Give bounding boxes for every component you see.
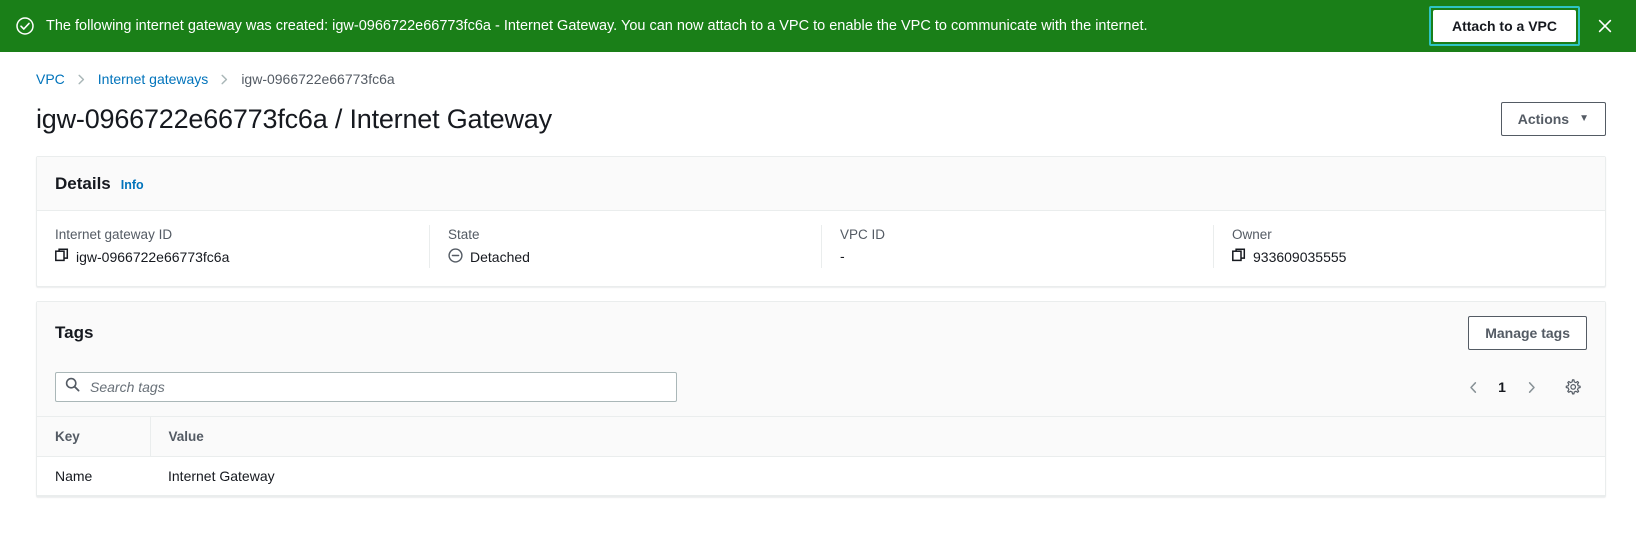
detail-value: 933609035555	[1253, 248, 1347, 265]
page-title: igw-0966722e66773fc6a / Internet Gateway	[36, 103, 552, 134]
pagination-page-1[interactable]: 1	[1491, 373, 1513, 401]
vpc-internet-gateway-detail-page: The following internet gateway was creat…	[0, 0, 1636, 536]
detail-internet-gateway-id: Internet gateway ID igw-0966722e66773fc6…	[37, 225, 429, 268]
details-info-link[interactable]: Info	[121, 178, 144, 192]
detail-value-row: igw-0966722e66773fc6a	[55, 248, 411, 265]
attach-to-vpc-button-focus-ring: Attach to a VPC	[1428, 6, 1580, 46]
detail-label: VPC ID	[840, 227, 886, 242]
tags-table-header-row: Key Value	[37, 417, 1605, 457]
search-tags-box	[55, 372, 677, 402]
detail-owner: Owner 933609035555	[1213, 225, 1605, 268]
details-grid: Internet gateway ID igw-0966722e66773fc6…	[37, 211, 1605, 286]
detail-value: -	[840, 248, 845, 264]
chevron-down-icon: ▼	[1579, 113, 1589, 124]
tags-panel: Tags Manage tags Search tags 1 Key Value…	[36, 301, 1606, 497]
detail-value-row: -	[840, 248, 1195, 264]
breadcrumb-item-vpc[interactable]: VPC	[36, 71, 65, 87]
close-icon[interactable]	[1590, 11, 1620, 41]
detail-label: Owner	[1232, 227, 1272, 242]
tags-title: Tags	[55, 323, 94, 342]
details-panel-header: Details Info	[37, 157, 1605, 211]
detail-value: Detached	[470, 249, 530, 265]
manage-tags-button[interactable]: Manage tags	[1468, 316, 1587, 350]
gear-icon[interactable]	[1557, 373, 1587, 401]
details-panel: Details Info Internet gateway ID igw-096…	[36, 156, 1606, 287]
breadcrumb-item-internet-gateways[interactable]: Internet gateways	[98, 71, 209, 87]
search-tags-input[interactable]	[55, 372, 677, 402]
tag-key-cell: Name	[37, 456, 150, 496]
tags-pagination-controls: 1	[1459, 373, 1587, 401]
page-header: igw-0966722e66773fc6a / Internet Gateway…	[0, 86, 1636, 142]
tags-panel-header: Tags Manage tags	[37, 302, 1605, 364]
tags-table: Key Value Name Internet Gateway	[37, 417, 1605, 496]
chevron-right-icon	[76, 74, 87, 85]
success-flash-banner: The following internet gateway was creat…	[0, 0, 1636, 52]
actions-button[interactable]: Actions ▼	[1500, 102, 1606, 136]
tags-table-body: Name Internet Gateway	[37, 456, 1605, 496]
chevron-right-icon[interactable]	[1517, 373, 1545, 401]
detail-value-row: 933609035555	[1232, 248, 1587, 265]
detail-vpc-id: VPC ID -	[821, 225, 1213, 268]
tags-title-group: Tags	[55, 323, 93, 343]
circle-minus-icon	[448, 248, 463, 266]
actions-button-label: Actions	[1517, 111, 1570, 127]
breadcrumb-item-current: igw-0966722e66773fc6a	[241, 71, 395, 87]
chevron-left-icon[interactable]	[1459, 373, 1487, 401]
page-content: VPC Internet gateways igw-0966722e66773f…	[0, 52, 1636, 497]
column-header-value: Value	[150, 417, 1605, 457]
detail-label: State	[448, 227, 480, 242]
tag-value-cell: Internet Gateway	[150, 456, 1605, 496]
details-title: Details	[55, 173, 111, 193]
detail-value: igw-0966722e66773fc6a	[76, 248, 230, 265]
table-row: Name Internet Gateway	[37, 456, 1605, 496]
detail-label: Internet gateway ID	[55, 227, 173, 242]
details-title-group: Details Info	[55, 174, 144, 194]
column-header-key: Key	[37, 417, 151, 457]
tags-toolbar: 1	[37, 364, 1605, 417]
flash-message: The following internet gateway was creat…	[46, 18, 1148, 34]
tags-table-head: Key Value	[37, 417, 1605, 457]
detail-value-row: Detached	[448, 248, 803, 266]
copy-icon[interactable]	[1232, 248, 1246, 265]
breadcrumb: VPC Internet gateways igw-0966722e66773f…	[0, 52, 1636, 87]
copy-icon[interactable]	[55, 248, 69, 265]
check-circle-icon	[16, 17, 34, 35]
attach-to-vpc-button[interactable]: Attach to a VPC	[1432, 10, 1576, 42]
detail-state: State Detached	[429, 225, 821, 268]
chevron-right-icon	[219, 74, 230, 85]
